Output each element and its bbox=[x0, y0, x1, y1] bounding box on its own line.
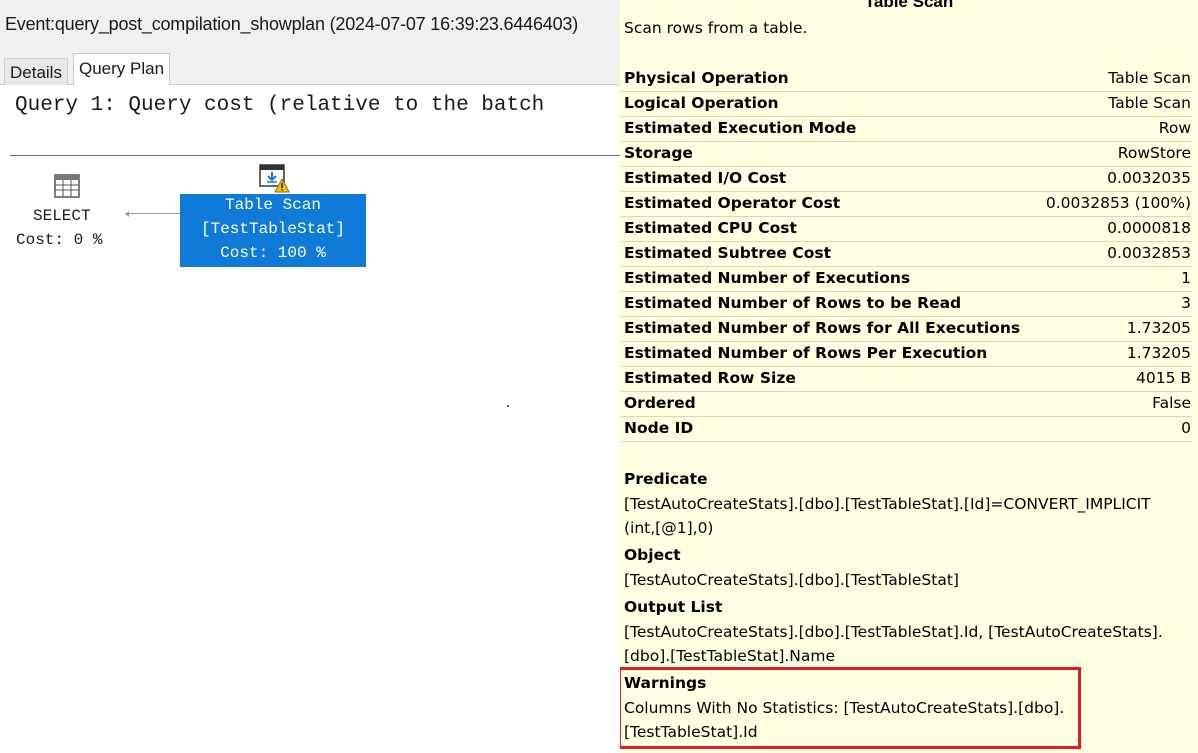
property-value: 3 bbox=[1181, 294, 1191, 312]
property-name: Estimated Execution Mode bbox=[624, 119, 857, 137]
property-row: Estimated I/O Cost 0.0032035 bbox=[620, 167, 1192, 192]
property-name: Logical Operation bbox=[624, 94, 779, 112]
tab-query-plan[interactable]: Query Plan bbox=[73, 53, 171, 86]
predicate-text-line2: (int,[@1],0) bbox=[624, 519, 714, 537]
stray-dot bbox=[507, 405, 509, 407]
warnings-text-line2: [TestTableStat].Id bbox=[624, 723, 758, 741]
property-row: Estimated Execution Mode Row bbox=[620, 117, 1192, 142]
property-row: Logical Operation Table Scan bbox=[620, 92, 1192, 117]
property-value: Table Scan bbox=[1108, 69, 1191, 87]
property-row: Estimated Number of Executions 1 bbox=[620, 267, 1192, 292]
operator-tooltip: Table Scan Scan rows from a table. Physi… bbox=[620, 0, 1198, 753]
property-value: 1.73205 bbox=[1126, 344, 1191, 362]
table-scan-node[interactable]: Table Scan [TestTableStat] Cost: 100 % bbox=[180, 194, 366, 267]
predicate-text-line1: [TestAutoCreateStats].[dbo].[TestTableSt… bbox=[624, 495, 1151, 513]
property-value: 4015 B bbox=[1135, 369, 1191, 387]
property-name: Estimated I/O Cost bbox=[624, 169, 787, 187]
output-list-heading: Output List bbox=[624, 598, 723, 616]
select-table-icon[interactable] bbox=[54, 174, 80, 198]
object-heading: Object bbox=[624, 546, 681, 564]
event-viewer-pane: Event:query_post_compilation_showplan (2… bbox=[0, 0, 620, 306]
property-name: Estimated Number of Executions bbox=[624, 269, 911, 287]
query-cost-header: Query 1: Query cost (relative to the bat… bbox=[15, 94, 545, 117]
property-name: Physical Operation bbox=[624, 69, 789, 87]
property-value: 0.0032853 (100%) bbox=[1045, 194, 1191, 212]
property-value: 0.0032035 bbox=[1107, 169, 1191, 187]
tooltip-title: Table Scan bbox=[864, 0, 954, 11]
property-value: Table Scan bbox=[1108, 94, 1191, 112]
property-row: Estimated Row Size 4015 B bbox=[620, 367, 1192, 392]
property-row: Estimated Number of Rows Per Execution 1.… bbox=[620, 342, 1192, 367]
property-row: Estimated Operator Cost 0.0032853 (100%) bbox=[620, 192, 1192, 217]
property-row: Ordered False bbox=[620, 392, 1192, 417]
table-scan-icon[interactable] bbox=[258, 163, 290, 193]
event-title: Event:query_post_compilation_showplan (2… bbox=[5, 14, 579, 34]
output-list-line2: [dbo].[TestTableStat].Name bbox=[624, 647, 836, 665]
tooltip-properties: Physical Operation Table Scan Logical Ope… bbox=[620, 67, 1192, 442]
tab-details[interactable]: Details bbox=[4, 58, 68, 86]
predicate-heading: Predicate bbox=[624, 470, 708, 488]
property-name: Storage bbox=[624, 144, 693, 162]
property-name: Estimated Row Size bbox=[624, 369, 796, 387]
property-value: 0 bbox=[1181, 419, 1191, 437]
property-name: Estimated Number of Rows Per Execution bbox=[624, 344, 988, 362]
property-value: 0.0000818 bbox=[1107, 219, 1191, 237]
plan-connector-arrow bbox=[125, 211, 129, 217]
table-scan-node-title: Table Scan bbox=[224, 196, 321, 214]
property-row: Physical Operation Table Scan bbox=[620, 67, 1192, 92]
property-value: RowStore bbox=[1117, 144, 1191, 162]
select-node-label[interactable]: SELECT bbox=[33, 207, 91, 225]
property-row: Node ID 0 bbox=[620, 417, 1192, 442]
property-row: Estimated CPU Cost 0.0000818 bbox=[620, 217, 1192, 242]
plan-divider bbox=[10, 155, 620, 156]
property-value: 1.73205 bbox=[1126, 319, 1191, 337]
property-name: Estimated Number of Rows to be Read bbox=[624, 294, 962, 312]
property-row: Storage RowStore bbox=[620, 142, 1192, 167]
tab-strip: Details Query Plan bbox=[0, 52, 620, 86]
property-name: Node ID bbox=[624, 419, 694, 437]
property-row: Estimated Number of Rows to be Read 3 bbox=[620, 292, 1192, 317]
property-value: 0.0032853 bbox=[1107, 244, 1191, 262]
property-name: Estimated CPU Cost bbox=[624, 219, 797, 237]
plan-connector-line bbox=[128, 213, 181, 214]
warnings-heading: Warnings bbox=[624, 674, 707, 692]
property-name: Estimated Number of Rows for All Executi… bbox=[624, 319, 1021, 337]
output-list-line1: [TestAutoCreateStats].[dbo].[TestTableSt… bbox=[624, 623, 1163, 641]
table-scan-node-cost: Cost: 100 % bbox=[220, 244, 326, 262]
property-row: Estimated Subtree Cost 0.0032853 bbox=[620, 242, 1192, 267]
property-value: Row bbox=[1158, 119, 1191, 137]
property-name: Ordered bbox=[624, 394, 696, 412]
property-name: Estimated Subtree Cost bbox=[624, 244, 831, 262]
property-value: False bbox=[1152, 394, 1191, 412]
table-scan-node-object: [TestTableStat] bbox=[200, 220, 346, 238]
select-node-cost: Cost: 0 % bbox=[16, 231, 103, 249]
tooltip-description: Scan rows from a table. bbox=[624, 19, 808, 37]
object-text: [TestAutoCreateStats].[dbo].[TestTableSt… bbox=[624, 571, 959, 589]
warnings-text-line1: Columns With No Statistics: [TestAutoCre… bbox=[624, 699, 1065, 717]
property-name: Estimated Operator Cost bbox=[624, 194, 841, 212]
property-row: Estimated Number of Rows for All Executi… bbox=[620, 317, 1192, 342]
property-value: 1 bbox=[1181, 269, 1191, 287]
query-plan-canvas: Query 1: Query cost (relative to the bat… bbox=[0, 85, 620, 306]
